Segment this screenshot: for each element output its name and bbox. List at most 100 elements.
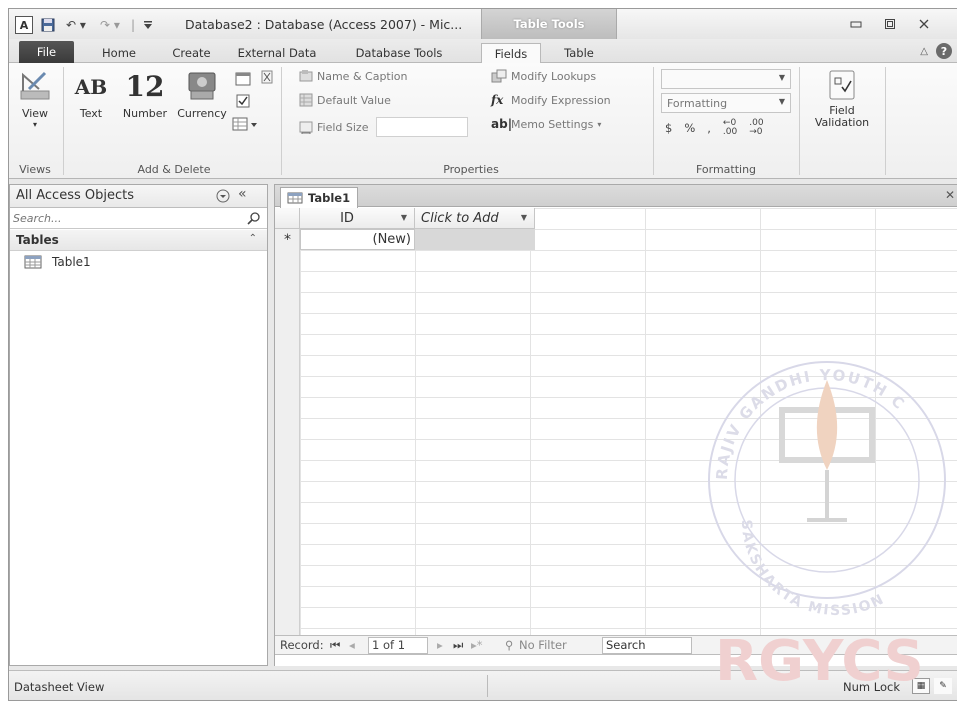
access-app-icon[interactable]: A	[15, 16, 33, 34]
name-caption-icon	[299, 70, 313, 82]
tab-file[interactable]: File	[19, 41, 74, 63]
window-title: Database2 : Database (Access 2007) - Mic…	[185, 17, 463, 32]
record-search-input[interactable]: Search	[602, 637, 692, 654]
memo-settings-button[interactable]: ab| Memo Settings ▾	[491, 117, 601, 131]
percent-format-icon[interactable]: %	[684, 121, 695, 135]
column-header-id[interactable]: ID ▼	[300, 208, 415, 229]
undo-icon[interactable]: ↶ ▾	[61, 16, 91, 33]
search-icon[interactable]	[247, 211, 261, 225]
save-icon[interactable]	[39, 16, 57, 33]
design-view-status-icon[interactable]: ✎	[934, 678, 952, 694]
field-size-input[interactable]	[376, 117, 469, 137]
default-value-button[interactable]: Default Value	[299, 93, 391, 107]
nav-item-table1[interactable]: Table1	[24, 255, 91, 269]
text-field-button[interactable]: AB Text	[73, 71, 109, 120]
date-time-icon[interactable]	[235, 71, 251, 87]
nav-group-tables[interactable]: Tables ⌃	[10, 230, 267, 251]
tab-database-tools[interactable]: Database Tools	[349, 43, 449, 63]
next-record-icon[interactable]: ▸	[437, 638, 443, 652]
table-tab-icon	[287, 192, 303, 204]
column-header-label: Click to Add	[421, 210, 499, 226]
tab-create[interactable]: Create	[164, 43, 219, 63]
modify-lookups-icon	[491, 69, 507, 83]
collapse-group-icon[interactable]: ⌃	[249, 233, 257, 244]
column-dropdown-icon[interactable]: ▼	[521, 213, 527, 222]
num-lock-indicator: Num Lock	[843, 680, 900, 694]
close-document-icon[interactable]: ✕	[945, 188, 955, 202]
help-icon[interactable]: ?	[936, 43, 952, 59]
number-12-icon: 12	[125, 70, 165, 103]
tab-home[interactable]: Home	[94, 43, 144, 63]
document-tab-label: Table1	[308, 191, 351, 205]
nav-search-box	[10, 209, 267, 229]
views-group-label: Views	[19, 163, 51, 176]
nav-group-label: Tables	[16, 233, 59, 247]
table-tools-context-label: Table Tools	[481, 9, 617, 39]
datasheet-view-icon[interactable]: ▦	[912, 678, 930, 694]
access-window: A ↶ ▾ ↷ ▾ | Database2 : Database (Access…	[8, 8, 957, 701]
table-cell-id-new[interactable]: (New)	[300, 229, 415, 250]
formatting-group-label: Formatting	[695, 163, 757, 176]
nav-search-input[interactable]	[10, 209, 235, 227]
restore-icon[interactable]	[879, 16, 901, 32]
nav-menu-chevron-icon[interactable]	[216, 189, 230, 203]
current-record-field[interactable]: 1 of 1	[368, 637, 428, 654]
record-selector-column[interactable]	[275, 208, 300, 635]
increase-decimals-icon[interactable]: ←0.00	[723, 119, 737, 137]
no-filter-label[interactable]: No Filter	[519, 638, 567, 652]
add-delete-group-label: Add & Delete	[137, 163, 211, 176]
first-record-icon[interactable]: ⏮	[330, 638, 340, 653]
comma-format-icon[interactable]: ,	[707, 121, 711, 135]
datasheet-grid[interactable]: ID ▼ Click to Add ▼ * (New)	[275, 208, 957, 635]
modify-expression-button[interactable]: fx Modify Expression	[491, 93, 611, 107]
separator-icon: |	[130, 17, 136, 32]
shutter-bar-close-icon[interactable]: «	[238, 186, 247, 202]
default-value-icon	[299, 93, 313, 107]
previous-record-icon[interactable]: ◂	[349, 638, 355, 652]
minimize-icon[interactable]	[845, 16, 867, 32]
status-bar: Datasheet View Num Lock ▦ ✎	[9, 670, 957, 700]
close-icon[interactable]	[913, 16, 935, 32]
memo-ab-icon: ab|	[491, 117, 513, 131]
record-label: Record:	[280, 638, 324, 652]
view-button[interactable]: View ▾	[15, 69, 55, 129]
new-row-marker: *	[284, 231, 291, 248]
currency-icon	[188, 72, 216, 100]
column-header-click-to-add[interactable]: Click to Add ▼	[415, 208, 535, 229]
data-type-dropdown[interactable]: ▼	[661, 69, 791, 89]
minimize-ribbon-icon[interactable]: △	[920, 46, 928, 57]
more-fields-icon[interactable]	[231, 115, 259, 133]
document-area: Table1 ✕ ID ▼ Click to Add ▼ * (New) Rec…	[274, 184, 957, 666]
field-size-icon	[299, 121, 313, 134]
record-navigation-bar: Record: ⏮ ◂ 1 of 1 ▸ ⏭ ▸* ⚲ No Filter Se…	[275, 635, 957, 655]
field-size-button[interactable]: Field Size	[299, 117, 469, 137]
nav-item-label: Table1	[52, 255, 91, 269]
format-dropdown[interactable]: Formatting ▼	[661, 93, 791, 113]
column-dropdown-icon[interactable]: ▼	[401, 213, 407, 222]
new-record-icon[interactable]: ▸*	[471, 638, 483, 652]
currency-format-icon[interactable]: $	[665, 121, 672, 135]
last-record-icon[interactable]: ⏭	[453, 638, 463, 653]
tab-table[interactable]: Table	[549, 43, 609, 63]
table-cell-click-to-add[interactable]	[415, 229, 535, 250]
document-tab-table1[interactable]: Table1	[280, 187, 358, 208]
field-validation-button[interactable]: Field Validation	[805, 69, 879, 129]
number-field-button[interactable]: 12 Number	[117, 70, 173, 121]
yes-no-checkbox-icon[interactable]	[235, 93, 251, 109]
modify-lookups-button[interactable]: Modify Lookups	[491, 69, 596, 83]
customize-quick-access-icon[interactable]	[141, 16, 155, 33]
currency-field-button[interactable]: Currency	[175, 69, 229, 120]
name-caption-button[interactable]: Name & Caption	[299, 69, 408, 83]
filter-icon[interactable]: ⚲	[505, 638, 513, 652]
nav-pane-header[interactable]: All Access Objects «	[10, 185, 267, 208]
ribbon-tab-row: File Home Create External Data Database …	[9, 39, 957, 64]
field-validation-icon	[829, 70, 855, 100]
tab-fields[interactable]: Fields	[481, 43, 541, 64]
delete-field-icon[interactable]	[259, 69, 275, 85]
redo-icon[interactable]: ↷ ▾	[95, 16, 125, 33]
text-ab-icon: AB	[74, 75, 108, 99]
column-header-label: ID	[340, 210, 354, 226]
decrease-decimals-icon[interactable]: .00 →0	[749, 119, 763, 137]
select-all-corner[interactable]	[275, 208, 300, 229]
tab-external-data[interactable]: External Data	[237, 43, 317, 63]
